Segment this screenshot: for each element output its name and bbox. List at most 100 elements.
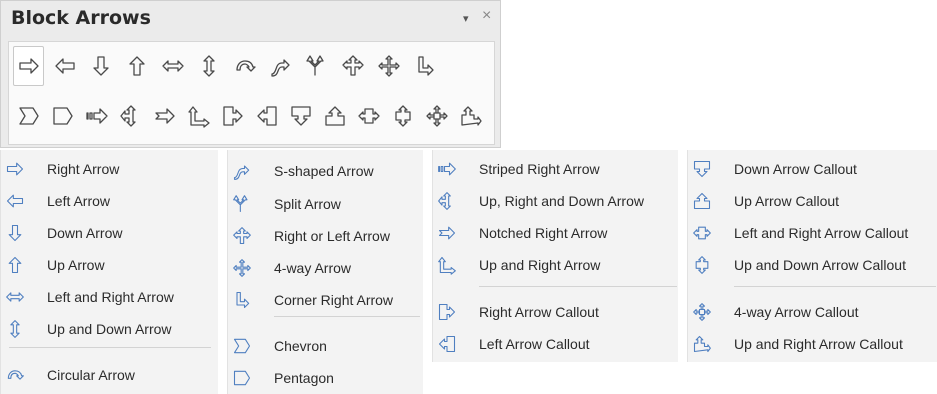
menu-item-down-arrow[interactable]: Down Arrow	[1, 217, 218, 249]
down-arrow-callout-icon	[692, 159, 712, 179]
four-way-arrow-icon	[232, 258, 252, 278]
menu-item-label: Down Arrow Callout	[734, 161, 857, 177]
s-shaped-arrow-icon	[232, 161, 252, 181]
up-down-arrow-callout-icon	[692, 255, 712, 275]
down-arrow-icon[interactable]	[85, 46, 116, 86]
right-or-left-arrow-icon[interactable]	[337, 46, 368, 86]
menu-item-label: Circular Arrow	[47, 367, 135, 383]
up-and-right-arrow-icon	[437, 255, 457, 275]
dropdown-icon[interactable]: ▾	[463, 12, 469, 25]
menu-item-notched-right-arrow[interactable]: Notched Right Arrow	[433, 217, 678, 249]
left-arrow-callout-icon[interactable]	[251, 96, 282, 136]
menu-item-pentagon[interactable]: Pentagon	[228, 362, 423, 394]
right-arrow-callout-icon	[437, 302, 457, 322]
left-arrow-icon[interactable]	[49, 46, 80, 86]
menu-item-label: Chevron	[274, 338, 327, 354]
right-arrow-icon	[5, 159, 25, 179]
up-arrow-callout-icon	[692, 191, 712, 211]
four-way-arrow-callout-icon[interactable]	[421, 96, 452, 136]
down-arrow-callout-icon[interactable]	[285, 96, 316, 136]
menu-item-right-arrow[interactable]: Right Arrow	[1, 153, 218, 185]
left-right-arrow-callout-icon[interactable]	[353, 96, 384, 136]
menu-item-left-right-arrow-callout[interactable]: Left and Right Arrow Callout	[688, 217, 937, 249]
menu-item-right-arrow-callout[interactable]: Right Arrow Callout	[433, 296, 678, 328]
left-right-arrow-callout-icon	[692, 223, 712, 243]
menu-item-label: Up and Right Arrow	[479, 257, 601, 273]
menu-item-left-arrow-callout[interactable]: Left Arrow Callout	[433, 328, 678, 360]
menu-item-label: Up and Down Arrow Callout	[734, 257, 906, 273]
menu-item-up-arrow[interactable]: Up Arrow	[1, 249, 218, 281]
menu-item-left-arrow[interactable]: Left Arrow	[1, 185, 218, 217]
split-arrow-icon[interactable]	[301, 46, 332, 86]
menu-item-up-down-arrow-callout[interactable]: Up and Down Arrow Callout	[688, 249, 937, 281]
menu-item-label: Up and Right Arrow Callout	[734, 336, 903, 352]
corner-right-arrow-icon[interactable]	[409, 46, 440, 86]
right-arrow-callout-icon[interactable]	[217, 96, 248, 136]
menu-item-right-or-left-arrow[interactable]: Right or Left Arrow	[228, 220, 423, 252]
circular-arrow-icon[interactable]	[229, 46, 260, 86]
menu-item-up-right-down-arrow[interactable]: Up, Right and Down Arrow	[433, 185, 678, 217]
menu-item-circular-arrow[interactable]: Circular Arrow	[1, 359, 218, 391]
menu-item-label: Left Arrow	[47, 193, 111, 209]
notched-right-arrow-icon	[437, 223, 457, 243]
menu-item-up-right-arrow-callout[interactable]: Up and Right Arrow Callout	[688, 328, 937, 360]
right-arrow-icon[interactable]	[13, 46, 44, 86]
menu-item-label: 4-way Arrow	[274, 260, 352, 276]
chevron-icon[interactable]	[13, 96, 44, 136]
menu-item-label: Down Arrow	[47, 225, 123, 241]
menu-item-split-arrow[interactable]: Split Arrow	[228, 188, 423, 220]
striped-right-arrow-icon[interactable]	[81, 96, 112, 136]
shape-grid-row-2	[13, 96, 489, 136]
corner-right-arrow-icon	[232, 290, 252, 310]
menu-item-chevron[interactable]: Chevron	[228, 330, 423, 362]
menu-item-four-way-arrow[interactable]: 4-way Arrow	[228, 252, 423, 284]
chevron-icon	[232, 336, 252, 356]
up-right-arrow-callout-icon	[692, 334, 712, 354]
menu-item-label: Up Arrow Callout	[734, 193, 840, 209]
notched-right-arrow-icon[interactable]	[149, 96, 180, 136]
menu-item-label: Split Arrow	[274, 196, 341, 212]
left-arrow-callout-icon	[437, 334, 457, 354]
menu-item-four-way-arrow-callout[interactable]: 4-way Arrow Callout	[688, 296, 937, 328]
menu-item-down-arrow-callout[interactable]: Down Arrow Callout	[688, 153, 937, 185]
menu-item-label: Notched Right Arrow	[479, 225, 608, 241]
down-arrow-icon	[5, 223, 25, 243]
menu-item-label: 4-way Arrow Callout	[734, 304, 859, 320]
up-down-arrow-callout-icon[interactable]	[387, 96, 418, 136]
menu-item-label: Up and Down Arrow	[47, 321, 172, 337]
up-right-down-arrow-icon[interactable]	[115, 96, 146, 136]
s-shaped-arrow-icon[interactable]	[265, 46, 296, 86]
up-right-arrow-callout-icon[interactable]	[455, 96, 486, 136]
block-arrows-panel: Block Arrows ▾ ×	[0, 0, 501, 148]
menu-item-s-shaped-arrow[interactable]: S-shaped Arrow	[228, 155, 423, 187]
up-arrow-icon[interactable]	[121, 46, 152, 86]
pentagon-icon[interactable]	[47, 96, 78, 136]
menu-item-up-and-right-arrow[interactable]: Up and Right Arrow	[433, 249, 678, 281]
menu-separator	[734, 286, 936, 287]
menu-item-left-right-arrow[interactable]: Left and Right Arrow	[1, 281, 218, 313]
up-down-arrow-icon	[5, 319, 25, 339]
up-down-arrow-icon[interactable]	[193, 46, 224, 86]
menu-separator	[9, 347, 211, 348]
menu-item-label: Left and Right Arrow Callout	[734, 225, 909, 241]
left-right-arrow-icon[interactable]	[157, 46, 188, 86]
menu-item-label: Up, Right and Down Arrow	[479, 193, 644, 209]
menu-special-arrows: S-shaped Arrow Split Arrow Right or Left A…	[227, 150, 423, 394]
left-right-arrow-icon	[5, 287, 25, 307]
menu-item-up-arrow-callout[interactable]: Up Arrow Callout	[688, 185, 937, 217]
four-way-arrow-icon[interactable]	[373, 46, 404, 86]
menu-item-label: Corner Right Arrow	[274, 292, 394, 308]
menu-basic-arrows: Right Arrow Left Arrow Down Arrow Up Arrow L…	[0, 150, 218, 394]
menu-item-corner-right-arrow[interactable]: Corner Right Arrow	[228, 284, 423, 316]
menu-separator	[274, 316, 420, 317]
menu-item-label: Pentagon	[274, 370, 334, 386]
menu-item-striped-right-arrow[interactable]: Striped Right Arrow	[433, 153, 678, 185]
menu-separator	[479, 286, 677, 287]
four-way-arrow-callout-icon	[692, 302, 712, 322]
close-icon[interactable]: ×	[482, 7, 491, 25]
pentagon-icon	[232, 368, 252, 388]
up-and-right-arrow-icon[interactable]	[183, 96, 214, 136]
menu-item-up-down-arrow[interactable]: Up and Down Arrow	[1, 313, 218, 345]
left-arrow-icon	[5, 191, 25, 211]
up-arrow-callout-icon[interactable]	[319, 96, 350, 136]
